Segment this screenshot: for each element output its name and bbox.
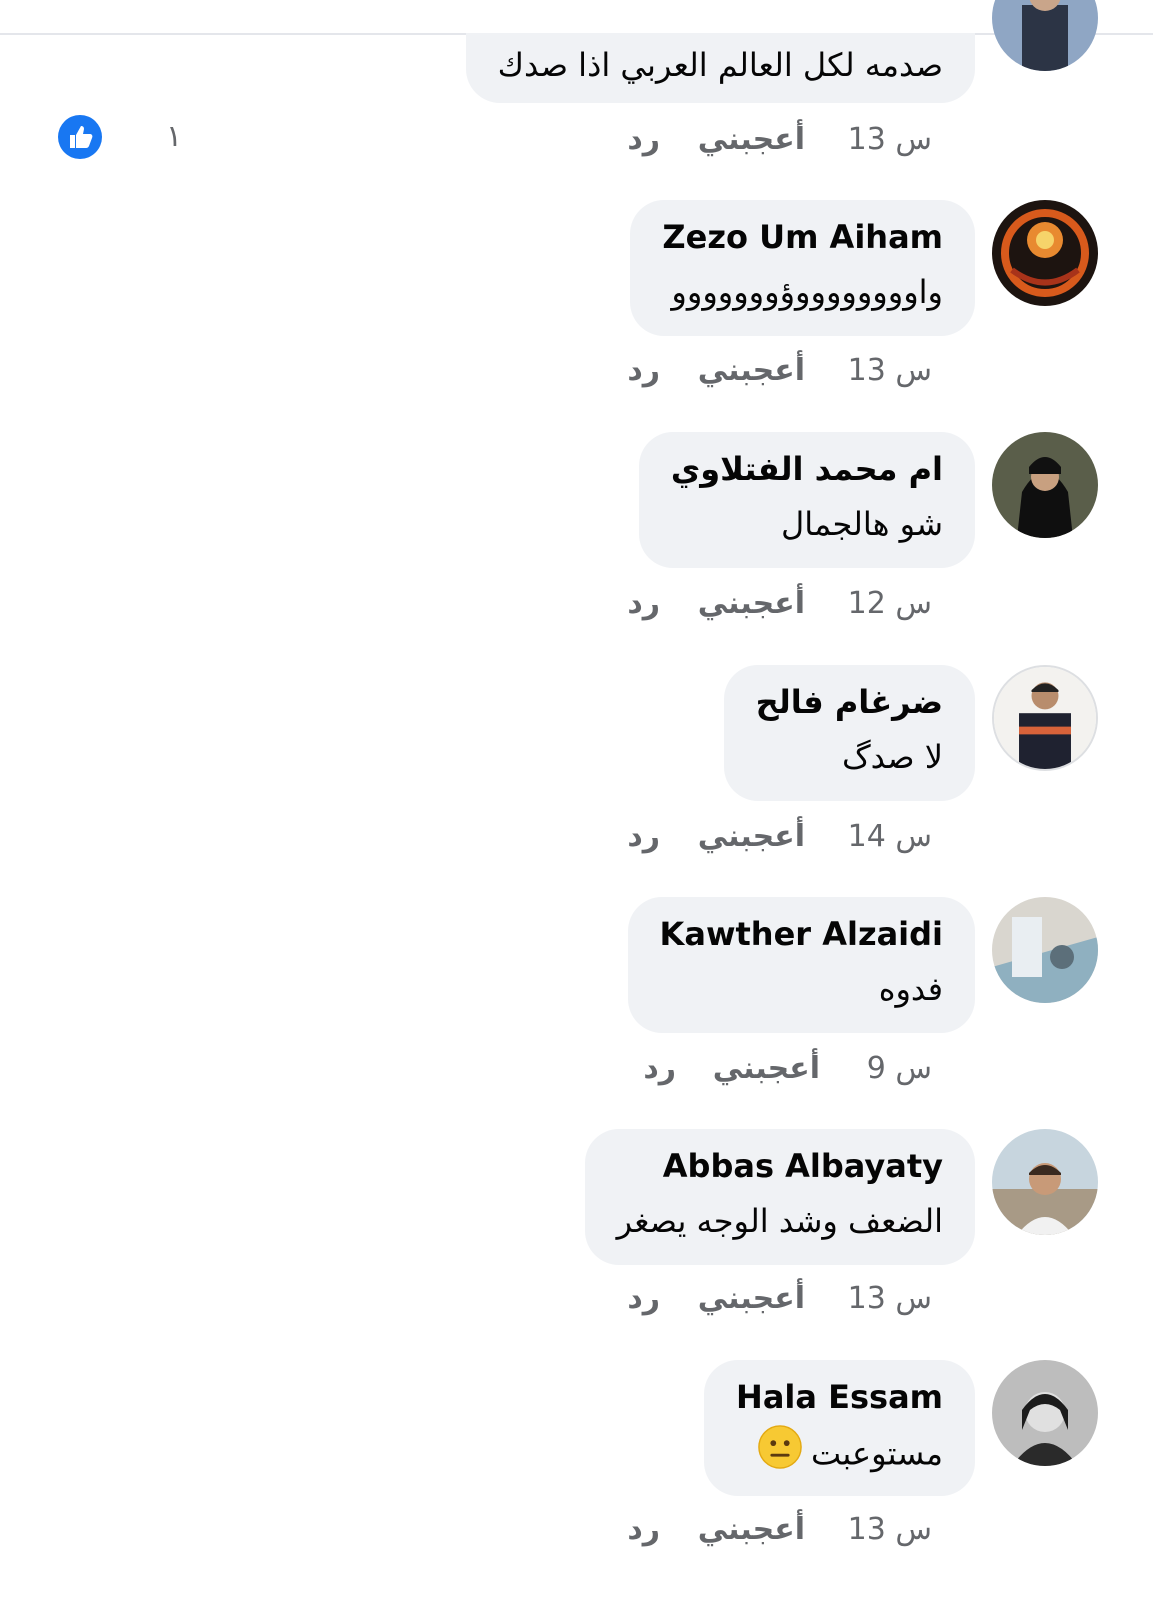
comment-author[interactable]: ام محمد الفتلاوي	[671, 442, 943, 496]
comment-avatar[interactable]	[992, 1360, 1098, 1466]
like-icon	[58, 115, 102, 159]
comment-avatar[interactable]	[992, 897, 1098, 1003]
comment-author[interactable]: Kawther Alzaidi	[660, 907, 943, 961]
comment-text: مستوعبت	[736, 1424, 943, 1487]
comment-bubble[interactable]: ضرغام فالح لا صدگ	[723, 665, 975, 801]
comment-bubble[interactable]: صدمه لكل العالم العربي اذا صدك	[465, 33, 975, 103]
comment-avatar[interactable]	[992, 665, 1098, 771]
comment-avatar[interactable]	[992, 432, 1098, 538]
reaction-count: ١	[166, 119, 183, 154]
comment-bubble[interactable]: Kawther Alzaidi فدوه	[627, 897, 975, 1033]
comment-author[interactable]: ضرغام فالح	[756, 675, 943, 729]
comment-text: شو هالجمال	[780, 505, 943, 543]
comment-time: 12 س	[847, 586, 932, 621]
reply-button[interactable]: رد	[627, 349, 660, 393]
comment-meta: 13 س أعجبني رد	[620, 349, 950, 393]
reply-button[interactable]: رد	[627, 1508, 660, 1552]
like-button[interactable]: أعجبني	[713, 1047, 820, 1091]
like-button[interactable]: أعجبني	[698, 349, 805, 393]
like-button[interactable]: أعجبني	[698, 815, 805, 859]
comment-text: صدمه لكل العالم العربي اذا صدك	[497, 46, 943, 84]
top-bar	[0, 0, 1153, 35]
like-button[interactable]: أعجبني	[698, 118, 805, 162]
reaction-summary[interactable]: ١	[58, 115, 182, 159]
comment-bubble[interactable]: Abbas Albayaty الضعف وشد الوجه يصغر	[584, 1129, 975, 1265]
comment-meta: 13 س أعجبني رد	[620, 118, 950, 162]
like-button[interactable]: أعجبني	[698, 1277, 805, 1321]
like-button[interactable]: أعجبني	[698, 582, 805, 626]
comment-meta: 9 س أعجبني رد	[636, 1047, 950, 1091]
comment-avatar[interactable]	[992, 200, 1098, 306]
comment-text-value: مستوعبت	[810, 1434, 943, 1473]
comment-author[interactable]: Abbas Albayaty	[617, 1139, 943, 1193]
neutral-face-emoji	[757, 1424, 803, 1487]
like-button[interactable]: أعجبني	[698, 1508, 805, 1552]
comment-time: 13 س	[847, 353, 932, 388]
reply-button[interactable]: رد	[627, 118, 660, 162]
comment-bubble[interactable]: ام محمد الفتلاوي شو هالجمال	[638, 432, 975, 568]
comment-text: فدوه	[878, 970, 943, 1008]
comment-text: الضعف وشد الوجه يصغر	[616, 1202, 943, 1240]
comment-author[interactable]: Hala Essam	[736, 1370, 943, 1424]
comment-meta: 12 س أعجبني رد	[620, 582, 950, 626]
comment-time: 13 س	[847, 1281, 932, 1316]
comment-time: 13 س	[847, 1512, 932, 1547]
comment-meta: 14 س أعجبني رد	[620, 815, 950, 859]
comment-text: لا صدگ	[841, 738, 943, 776]
comment-meta: 13 س أعجبني رد	[620, 1508, 950, 1552]
comment-time: 9 س	[866, 1051, 932, 1086]
comment-bubble[interactable]: Hala Essam مستوعبت	[704, 1360, 975, 1496]
reply-button[interactable]: رد	[627, 815, 660, 859]
comment-author[interactable]: Zezo Um Aiham	[662, 210, 943, 264]
comment-time: 13 س	[847, 122, 932, 157]
comment-text: واووووووووؤووووووو	[671, 273, 943, 311]
comment-meta: 13 س أعجبني رد	[620, 1277, 950, 1321]
comment-time: 14 س	[847, 819, 932, 854]
comment-bubble[interactable]: Zezo Um Aiham واووووووووؤووووووو	[630, 200, 975, 336]
reply-button[interactable]: رد	[627, 582, 660, 626]
comment-avatar[interactable]	[992, 1129, 1098, 1235]
reply-button[interactable]: رد	[643, 1047, 676, 1091]
comment-avatar[interactable]	[992, 0, 1098, 71]
reply-button[interactable]: رد	[627, 1277, 660, 1321]
